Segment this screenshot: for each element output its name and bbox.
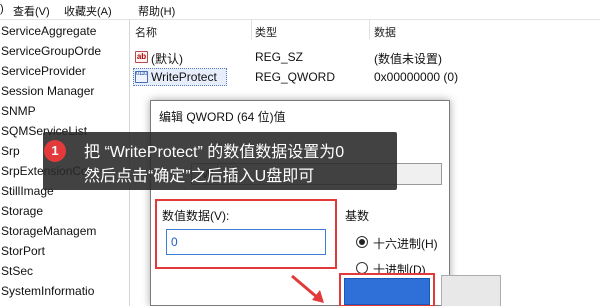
edit-qword-dialog: 编辑 QWORD (64 位)值 W 数值数据(V): 基数 十六进制(H) 十… [150, 100, 501, 306]
column-divider[interactable] [251, 20, 252, 40]
value-data-group: 数值数据(V): [155, 199, 337, 269]
value-row-default[interactable]: ab (默认) REG_SZ (数值未设置) [131, 48, 600, 66]
value-name: WriteProtect [151, 70, 217, 84]
value-data: 0x00000000 (0) [374, 70, 459, 84]
tree-item[interactable]: ServiceProvider [1, 64, 86, 78]
tree-item[interactable]: ServiceGroupOrde [1, 44, 101, 58]
value-data-input[interactable] [166, 229, 326, 255]
instruction-line-1: 把 “WriteProtect” 的数值数据设置为0 [84, 144, 345, 161]
base-label: 基数 [345, 209, 370, 223]
value-type: REG_SZ [255, 50, 304, 64]
string-value-icon: ab [135, 51, 148, 63]
dialog-title: 编辑 QWORD (64 位)值 [159, 110, 286, 124]
column-header-type[interactable]: 类型 [255, 24, 277, 40]
column-divider[interactable] [369, 20, 370, 40]
column-header-name[interactable]: 名称 [135, 24, 157, 40]
column-header-data[interactable]: 数据 [374, 24, 396, 40]
menu-item-favorites[interactable]: 收藏夹(A) [64, 3, 112, 19]
tree-item[interactable]: StorageManagem [1, 224, 96, 238]
menu-item-help[interactable]: 帮助(H) [138, 3, 175, 19]
tree-item[interactable]: Srp [1, 144, 20, 158]
binary-value-icon: 0110 [135, 71, 148, 83]
menu-bar: ) 查看(V) 收藏夹(A) 帮助(H) [0, 0, 600, 20]
cancel-button[interactable] [441, 275, 501, 306]
value-row-writeprotect[interactable]: 0110 WriteProtect REG_QWORD 0x00000000 (… [131, 68, 600, 86]
menu-item-view[interactable]: 查看(V) [13, 3, 50, 19]
menu-item-edit-partial[interactable]: ) [0, 3, 4, 15]
step-number-badge: 1 [44, 140, 66, 162]
instruction-line-2: 然后点击“确定”之后插入U盘即可 [84, 168, 315, 185]
value-type: REG_QWORD [255, 70, 336, 84]
tree-item[interactable]: Session Manager [1, 84, 94, 98]
value-data-label: 数值数据(V): [162, 209, 230, 223]
radio-selected-icon[interactable] [356, 236, 368, 248]
tree-item[interactable]: SNMP [1, 104, 36, 118]
radio-hex-label: 十六进制(H) [373, 237, 438, 251]
tree-item[interactable]: StorPort [1, 244, 45, 258]
value-name: (默认) [151, 52, 183, 66]
value-data: (数值未设置) [374, 52, 442, 66]
tree-item[interactable]: SystemInformatio [1, 284, 94, 298]
ok-button-highlight [339, 273, 435, 306]
tree-item[interactable]: ServiceAggregate [1, 24, 96, 38]
tree-item[interactable]: StSec [1, 264, 33, 278]
ok-button[interactable] [344, 278, 430, 305]
tree-item[interactable]: Storage [1, 204, 43, 218]
